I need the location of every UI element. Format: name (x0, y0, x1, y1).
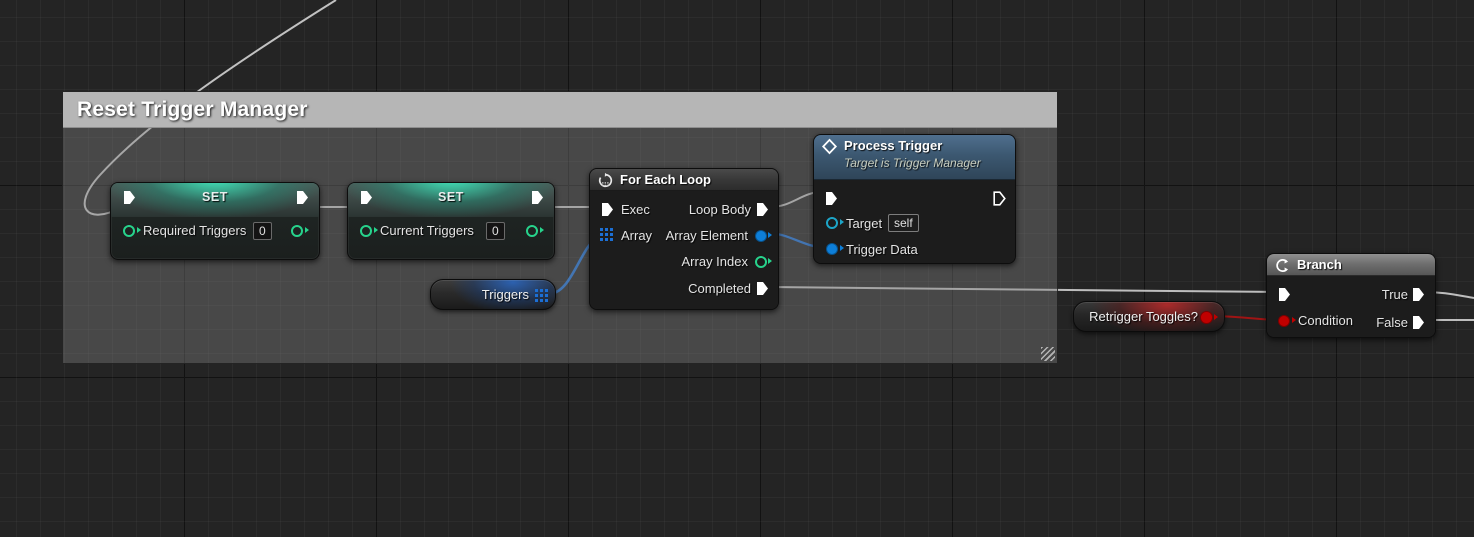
set-node-title: SET (348, 190, 554, 204)
node-process-trigger[interactable]: Process Trigger Target is Trigger Manage… (813, 134, 1016, 264)
exec-output-pin[interactable] (296, 190, 309, 205)
array-input-pin[interactable] (600, 228, 613, 241)
exec-input-pin[interactable] (601, 202, 614, 217)
set-node-body: Required Triggers 0 (111, 217, 319, 260)
getter-label: Retrigger Toggles? (1089, 309, 1198, 324)
node-body: Condition True False (1267, 276, 1435, 338)
node-for-each-loop[interactable]: For Each Loop Exec Array Loop Body Array… (589, 168, 779, 310)
exec-output-pin-true[interactable] (1412, 287, 1425, 302)
exec-input-pin[interactable] (1278, 287, 1291, 302)
value-output-pin[interactable] (291, 225, 303, 237)
exec-output-pin[interactable] (531, 190, 544, 205)
pin-label-target: Target (846, 216, 882, 231)
exec-input-pin[interactable] (825, 191, 838, 206)
node-header: Process Trigger Target is Trigger Manage… (814, 135, 1015, 180)
node-branch[interactable]: Branch Condition True False (1266, 253, 1436, 338)
pin-label-condition: Condition (1298, 313, 1353, 328)
node-header: For Each Loop (590, 169, 778, 191)
pin-label-loop-body: Loop Body (689, 202, 751, 217)
value-output-pin[interactable] (526, 225, 538, 237)
int-output-pin-array-index[interactable] (755, 256, 767, 268)
variable-getter-retrigger-toggles[interactable]: Retrigger Toggles? (1073, 301, 1225, 332)
comment-resize-handle[interactable] (1041, 347, 1055, 361)
node-title: Branch (1297, 257, 1342, 272)
set-node-header: SET (348, 183, 554, 217)
pin-label-array-element: Array Element (666, 228, 748, 243)
set-node-body: Current Triggers 0 (348, 217, 554, 260)
node-body: Exec Array Loop Body Array Element Array… (590, 191, 778, 310)
set-node-title: SET (111, 190, 319, 204)
object-output-pin-array-element[interactable] (755, 230, 767, 242)
set-value-input[interactable]: 0 (253, 222, 272, 240)
loop-icon (597, 172, 614, 189)
exec-output-pin-loop-body[interactable] (756, 202, 769, 217)
set-node-header: SET (111, 183, 319, 217)
variable-getter-triggers[interactable]: Triggers (430, 279, 556, 310)
bool-output-pin[interactable] (1200, 311, 1213, 324)
set-value-input[interactable]: 0 (486, 222, 505, 240)
array-output-pin[interactable] (535, 289, 548, 302)
set-pin-label: Required Triggers (143, 223, 246, 238)
getter-label: Triggers (482, 287, 529, 302)
value-input-pin[interactable] (123, 225, 135, 237)
exec-output-pin-completed[interactable] (756, 281, 769, 296)
exec-input-pin[interactable] (123, 190, 136, 205)
exec-output-pin[interactable] (993, 191, 1006, 206)
exec-input-pin[interactable] (360, 190, 373, 205)
node-header: Branch (1267, 254, 1435, 276)
pin-label-array: Array (621, 228, 652, 243)
pin-label-false: False (1376, 315, 1408, 330)
comment-box-title[interactable]: Reset Trigger Manager (63, 92, 1057, 128)
branch-icon (1274, 257, 1291, 274)
set-pin-label: Current Triggers (380, 223, 474, 238)
function-diamond-icon (821, 138, 838, 155)
object-input-pin-trigger-data[interactable] (826, 243, 838, 255)
pin-label-completed: Completed (688, 281, 751, 296)
target-self-value[interactable]: self (888, 214, 919, 232)
self-object-pin-target[interactable] (826, 217, 838, 229)
blueprint-graph-canvas[interactable]: Reset Trigger Manager SET Required Trigg… (0, 0, 1474, 537)
node-title: For Each Loop (620, 172, 711, 187)
pin-label-trigger-data: Trigger Data (846, 242, 918, 257)
exec-output-pin-false[interactable] (1412, 315, 1425, 330)
node-body: Target self Trigger Data (814, 180, 1015, 264)
node-subtitle: Target is Trigger Manager (844, 156, 981, 170)
pin-label-true: True (1382, 287, 1408, 302)
pin-label-array-index: Array Index (682, 254, 748, 269)
node-set-required-triggers[interactable]: SET Required Triggers 0 (110, 182, 320, 260)
value-input-pin[interactable] (360, 225, 372, 237)
node-set-current-triggers[interactable]: SET Current Triggers 0 (347, 182, 555, 260)
pin-label-exec: Exec (621, 202, 650, 217)
node-title: Process Trigger (844, 138, 942, 153)
bool-input-pin-condition[interactable] (1278, 315, 1290, 327)
